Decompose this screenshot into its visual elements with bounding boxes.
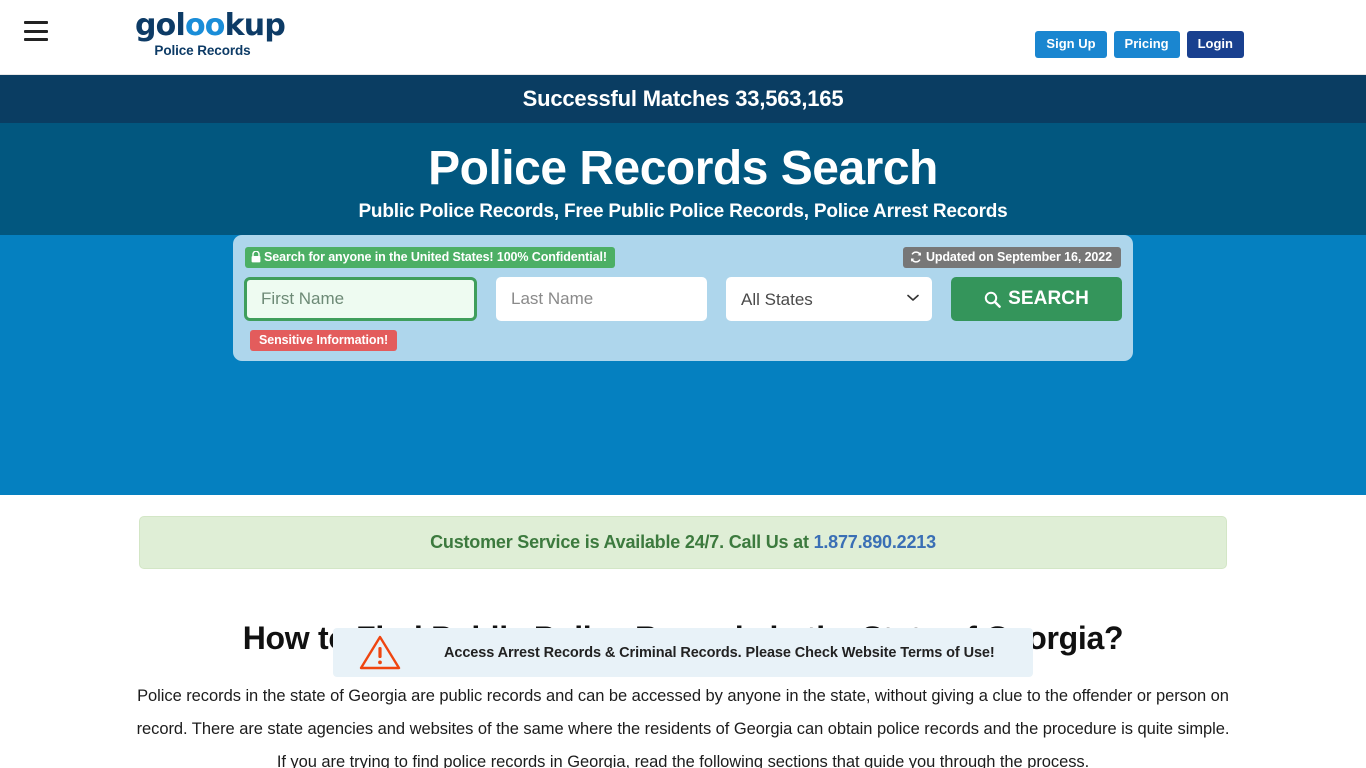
logo-text-part2: l — [175, 8, 186, 43]
pricing-button[interactable]: Pricing — [1113, 31, 1180, 58]
search-panel: Search for anyone in the United States! … — [233, 235, 1133, 361]
sync-icon — [910, 251, 922, 263]
hamburger-bar — [24, 38, 48, 41]
customer-service-phone[interactable]: 1.877.890.2213 — [814, 532, 937, 552]
logo-text-arch: oo — [184, 8, 225, 43]
hero-section: Police Records Search Public Police Reco… — [0, 123, 1366, 235]
search-button[interactable]: SEARCH — [951, 277, 1122, 321]
article-paragraph: Police records in the state of Georgia a… — [136, 687, 1230, 768]
successful-matches-text: Successful Matches 33,563,165 — [522, 86, 844, 111]
hamburger-bar — [24, 29, 48, 33]
magnifier-icon — [984, 291, 1001, 308]
last-name-input[interactable] — [496, 277, 707, 321]
customer-service-banner: Customer Service is Available 24/7. Call… — [139, 516, 1227, 569]
search-panel-badges: Search for anyone in the United States! … — [243, 247, 1123, 268]
page-subtitle: Public Police Records, Free Public Polic… — [358, 201, 1008, 222]
successful-matches-bar: Successful Matches 33,563,165 — [0, 75, 1366, 123]
confidential-badge: Search for anyone in the United States! … — [245, 247, 615, 268]
terms-notice: Access Arrest Records & Criminal Records… — [333, 628, 1033, 677]
lock-icon — [251, 251, 261, 263]
warning-triangle-icon — [359, 635, 401, 670]
logo-subtitle: Police Records — [154, 43, 251, 58]
first-name-input[interactable] — [244, 277, 477, 321]
customer-service-label: Customer Service is Available 24/7. Call… — [430, 532, 814, 552]
updated-badge-label: Updated on September 16, 2022 — [925, 250, 1112, 264]
hamburger-menu-icon[interactable] — [24, 21, 48, 41]
confidential-badge-label: Search for anyone in the United States! … — [264, 250, 607, 264]
login-button[interactable]: Login — [1186, 31, 1244, 58]
logo-wordmark: golookup — [135, 8, 286, 43]
terms-notice-text: Access Arrest Records & Criminal Records… — [444, 644, 995, 661]
signup-button[interactable]: Sign Up — [1035, 31, 1107, 58]
logo-text-part1: go — [135, 8, 176, 43]
site-logo[interactable]: golookup Police Records — [135, 8, 286, 59]
sensitive-information-badge: Sensitive Information! — [250, 330, 398, 351]
header-nav-buttons: Sign Up Pricing Login — [1035, 31, 1244, 58]
search-button-label: SEARCH — [1008, 288, 1089, 309]
state-select-wrapper: All States — [726, 277, 932, 321]
page-title: Police Records Search — [428, 142, 938, 195]
updated-badge: Updated on September 16, 2022 — [902, 247, 1121, 268]
hamburger-bar — [24, 21, 48, 24]
site-header: golookup Police Records Sign Up Pricing … — [0, 0, 1366, 75]
logo-text-part4: kup — [224, 8, 286, 43]
state-select[interactable]: All States — [726, 277, 932, 321]
customer-service-text: Customer Service is Available 24/7. Call… — [430, 532, 936, 553]
search-form: All States SEARCH — [243, 277, 1123, 321]
search-section: Search for anyone in the United States! … — [0, 235, 1366, 677]
